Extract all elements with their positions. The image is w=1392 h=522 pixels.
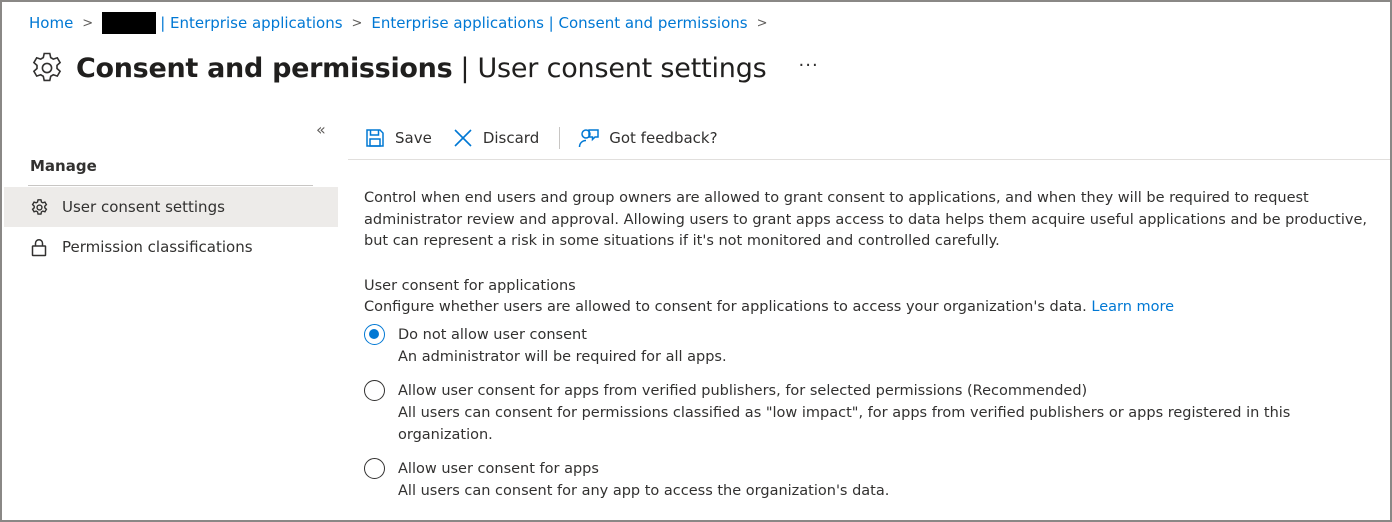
feedback-label: Got feedback?	[609, 129, 718, 147]
breadcrumb-consent-permissions[interactable]: Enterprise applications | Consent and pe…	[371, 14, 747, 32]
app-frame: Home > | Enterprise applications > Enter…	[0, 0, 1392, 522]
chevron-right-icon: >	[82, 15, 94, 31]
radio-button[interactable]	[364, 380, 385, 401]
chevron-right-icon: >	[756, 15, 768, 31]
breadcrumb-home[interactable]: Home	[29, 14, 73, 32]
close-icon	[452, 127, 474, 149]
gear-icon	[28, 49, 66, 87]
radio-button[interactable]	[364, 458, 385, 479]
section-description: Configure whether users are allowed to c…	[364, 299, 1174, 315]
radio-option-description: All users can consent for any app to acc…	[398, 483, 890, 499]
command-bar: Save Discard Got feedback?	[364, 120, 718, 156]
sidebar-item-label: Permission classifications	[62, 238, 253, 256]
page-title: Consent and permissions	[76, 52, 453, 84]
save-icon	[364, 127, 386, 149]
radio-option-text: Allow user consent for apps from verifie…	[398, 380, 1338, 446]
sidebar-item-user-consent-settings[interactable]: User consent settings	[4, 187, 338, 227]
discard-button[interactable]: Discard	[452, 127, 539, 149]
gear-icon	[29, 197, 49, 217]
save-button[interactable]: Save	[364, 127, 432, 149]
section-title: User consent for applications	[364, 278, 576, 294]
radio-option-verified-publishers[interactable]: Allow user consent for apps from verifie…	[364, 380, 1338, 446]
radio-option-text: Do not allow user consent An administrat…	[398, 324, 1338, 368]
page-subtitle: User consent settings	[477, 52, 767, 84]
redacted-tenant-name	[102, 12, 157, 34]
save-label: Save	[395, 129, 432, 147]
collapse-sidebar-button[interactable]: «	[316, 120, 326, 139]
radio-option-label: Do not allow user consent	[398, 327, 587, 343]
discard-label: Discard	[482, 129, 540, 147]
radio-option-label: Allow user consent for apps from verifie…	[398, 383, 1088, 399]
toolbar-separator	[559, 127, 561, 149]
radio-option-description: An administrator will be required for al…	[398, 349, 727, 365]
radio-option-label: Allow user consent for apps	[398, 461, 599, 477]
intro-description: Control when end users and group owners …	[364, 190, 1368, 249]
page-header: Consent and permissions | User consent s…	[28, 46, 819, 90]
sidebar-divider	[28, 185, 313, 186]
section-description-text: Configure whether users are allowed to c…	[364, 299, 1087, 315]
radio-option-text: Allow user consent for apps All users ca…	[398, 458, 1338, 502]
more-options-button[interactable]: ···	[799, 55, 819, 76]
radio-option-do-not-allow[interactable]: Do not allow user consent An administrat…	[364, 324, 1338, 368]
breadcrumb: Home > | Enterprise applications > Enter…	[29, 12, 776, 34]
sidebar-section-manage: Manage	[30, 157, 97, 175]
radio-option-description: All users can consent for permissions cl…	[398, 405, 1291, 443]
breadcrumb-tenant-enterprise-apps[interactable]: | Enterprise applications	[160, 14, 342, 32]
feedback-icon	[578, 127, 600, 149]
radio-button-selected[interactable]	[364, 324, 385, 345]
lock-icon	[29, 237, 49, 257]
feedback-button[interactable]: Got feedback?	[578, 127, 718, 149]
toolbar-divider	[348, 159, 1390, 160]
radio-option-allow-all[interactable]: Allow user consent for apps All users ca…	[364, 458, 1338, 502]
learn-more-link[interactable]: Learn more	[1091, 299, 1174, 315]
sidebar-item-permission-classifications[interactable]: Permission classifications	[4, 227, 338, 267]
sidebar-item-label: User consent settings	[62, 198, 225, 216]
title-separator: |	[460, 52, 470, 84]
chevron-right-icon: >	[351, 15, 363, 31]
